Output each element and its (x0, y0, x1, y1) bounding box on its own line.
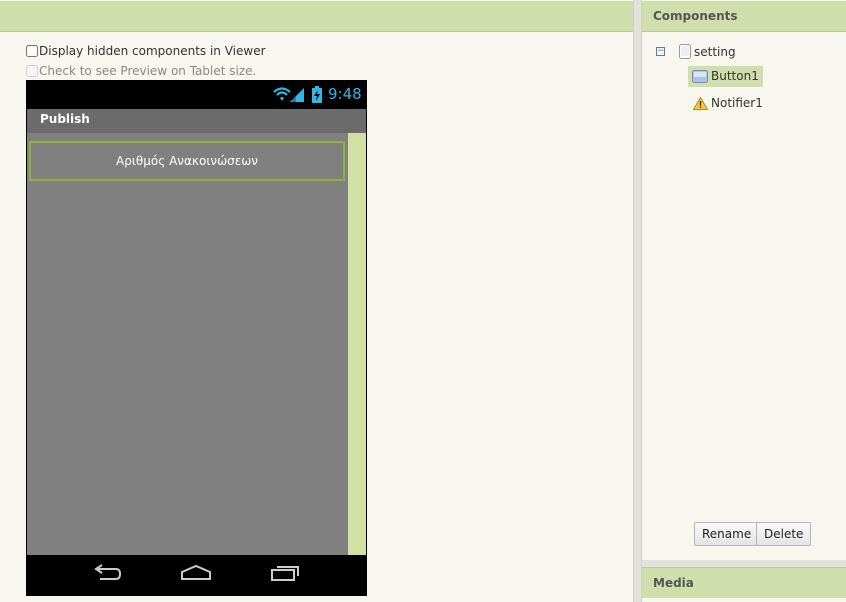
navigation-bar (26, 555, 367, 596)
viewer-panel: Display hidden components in Viewer Chec… (0, 0, 633, 602)
panel-splitter[interactable] (633, 0, 642, 602)
screen-title: Publish (40, 112, 90, 126)
screen-content: Αριθμός Ανακοινώσεων (27, 133, 348, 555)
media-title: Media (653, 576, 694, 590)
button-component-icon (692, 69, 708, 83)
components-title: Components (653, 9, 738, 23)
display-hidden-label: Display hidden components in Viewer (39, 44, 266, 58)
rename-button[interactable]: Rename (694, 522, 760, 546)
tablet-preview-option[interactable]: Check to see Preview on Tablet size. (26, 64, 256, 78)
components-panel: Components − setting Button1 Notifier1 R… (642, 0, 846, 560)
button1-preview[interactable]: Αριθμός Ανακοινώσεων (29, 141, 345, 181)
battery-icon (312, 86, 322, 103)
button1-text: Αριθμός Ανακοινώσεων (116, 154, 258, 168)
tree-item-label: setting (694, 44, 736, 59)
screen-scrollbar[interactable] (348, 133, 366, 555)
viewer-header (0, 1, 633, 32)
tree-item-notifier1[interactable]: Notifier1 (693, 96, 763, 110)
tablet-preview-label: Check to see Preview on Tablet size. (39, 64, 257, 78)
recent-apps-icon (271, 566, 299, 581)
tree-item-setting[interactable]: − setting (656, 44, 736, 59)
media-header: Media (642, 567, 846, 598)
tree-item-label: Notifier1 (711, 96, 763, 110)
display-hidden-checkbox[interactable] (26, 45, 38, 57)
status-bar: 9:48 (26, 80, 367, 109)
display-hidden-option[interactable]: Display hidden components in Viewer (26, 44, 266, 58)
components-header: Components (642, 1, 846, 32)
media-splitter (642, 560, 846, 567)
app-title-bar: Publish (27, 109, 366, 133)
tree-item-label: Button1 (711, 69, 759, 83)
wifi-signal-icon (273, 87, 304, 102)
home-icon (181, 564, 211, 580)
warning-icon (693, 96, 708, 110)
screen-icon (679, 44, 691, 59)
collapse-icon[interactable]: − (656, 47, 665, 56)
back-icon (94, 564, 122, 580)
tree-item-button1[interactable]: Button1 (688, 66, 763, 87)
delete-button[interactable]: Delete (756, 522, 812, 546)
clock-text: 9:48 (328, 85, 362, 103)
phone-mockup: 9:48 Publish Αριθμός Ανακοινώσεων (26, 80, 367, 596)
tablet-preview-checkbox[interactable] (26, 65, 38, 77)
